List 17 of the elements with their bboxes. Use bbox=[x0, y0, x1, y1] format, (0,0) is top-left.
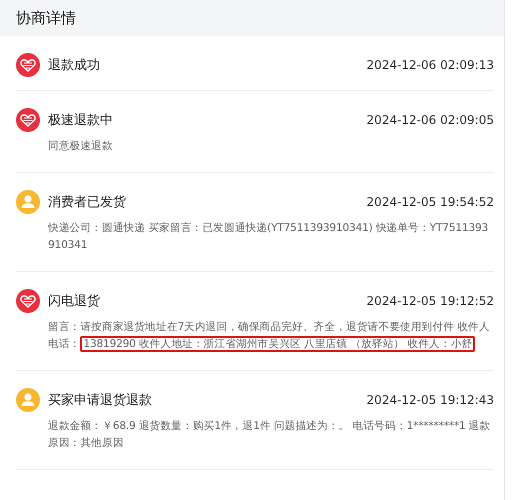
event-title: 消费者已发货 bbox=[48, 194, 127, 211]
user-icon bbox=[16, 190, 40, 214]
event-title: 买家申请退货退款 bbox=[48, 392, 153, 409]
event-title: 退款成功 bbox=[48, 57, 101, 74]
event-description: 退款金额：￥68.9 退货数量：购买1件，退1件 问题描述为：。 电话号码：1*********1 退款原因：其他原因 bbox=[48, 419, 492, 451]
event-time: 2024-12-06 02:09:05 bbox=[366, 113, 494, 127]
event-time: 2024-12-06 02:09:13 bbox=[366, 58, 494, 72]
event-time: 2024-12-05 19:54:52 bbox=[366, 195, 494, 209]
event-description: 快递公司：圆通快递 买家留言：已发圆通快递(YT7511393910341) 快递单号：YT7511393910341 bbox=[48, 221, 490, 253]
event-description: 留言：请按商家退货地址在7天内退回，确保商品完好、齐全，退货请不要使用到付件 收件人电话： 13819290 收件人地址：浙江省湖州市吴兴区 八里店镇 （放驿站） 收件人：小舒 bbox=[48, 320, 491, 353]
event-description: 同意极速退款 bbox=[48, 139, 114, 154]
event-time: 2024-12-05 19:12:43 bbox=[366, 393, 494, 407]
event-title: 极速退款中 bbox=[48, 112, 114, 129]
event-time: 2024-12-05 19:12:52 bbox=[366, 294, 494, 308]
panel-header: 协商详情 bbox=[0, 0, 504, 36]
user-icon bbox=[16, 388, 40, 412]
event-title: 闪电退货 bbox=[48, 293, 101, 310]
